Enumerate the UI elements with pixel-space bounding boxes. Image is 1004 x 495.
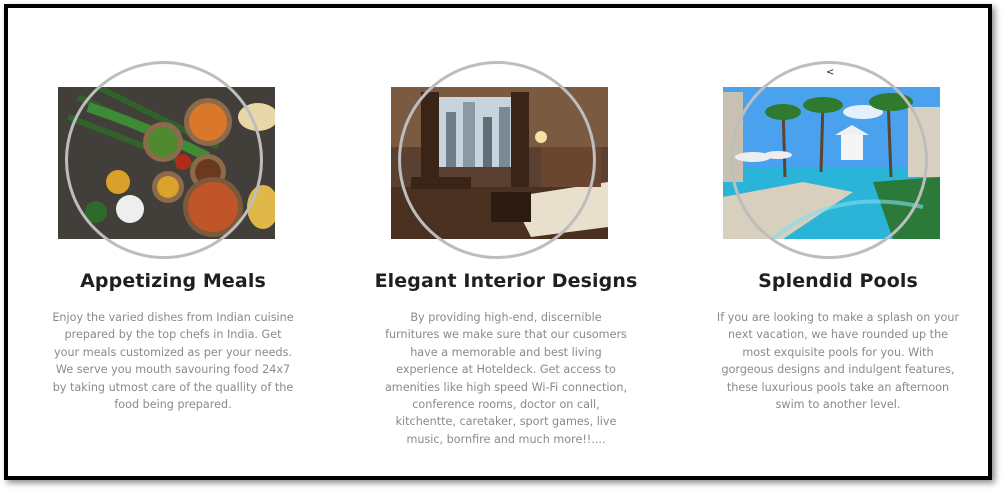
feature-description: If you are looking to make a splash on y… — [716, 311, 960, 412]
feature-title: Elegant Interior Designs — [374, 270, 638, 292]
image-ring — [730, 61, 928, 259]
feature-description: By providing high-end, discernible furni… — [384, 311, 628, 446]
features-section: Appetizing Meals Enjoy the varied dishes… — [4, 4, 992, 480]
slider-prev-button[interactable]: < — [826, 67, 834, 78]
feature-title: Appetizing Meals — [80, 270, 266, 292]
feature-title: Splendid Pools — [758, 270, 918, 292]
image-ring — [65, 61, 263, 259]
feature-description: Enjoy the varied dishes from Indian cuis… — [52, 311, 294, 412]
image-ring — [398, 61, 596, 259]
